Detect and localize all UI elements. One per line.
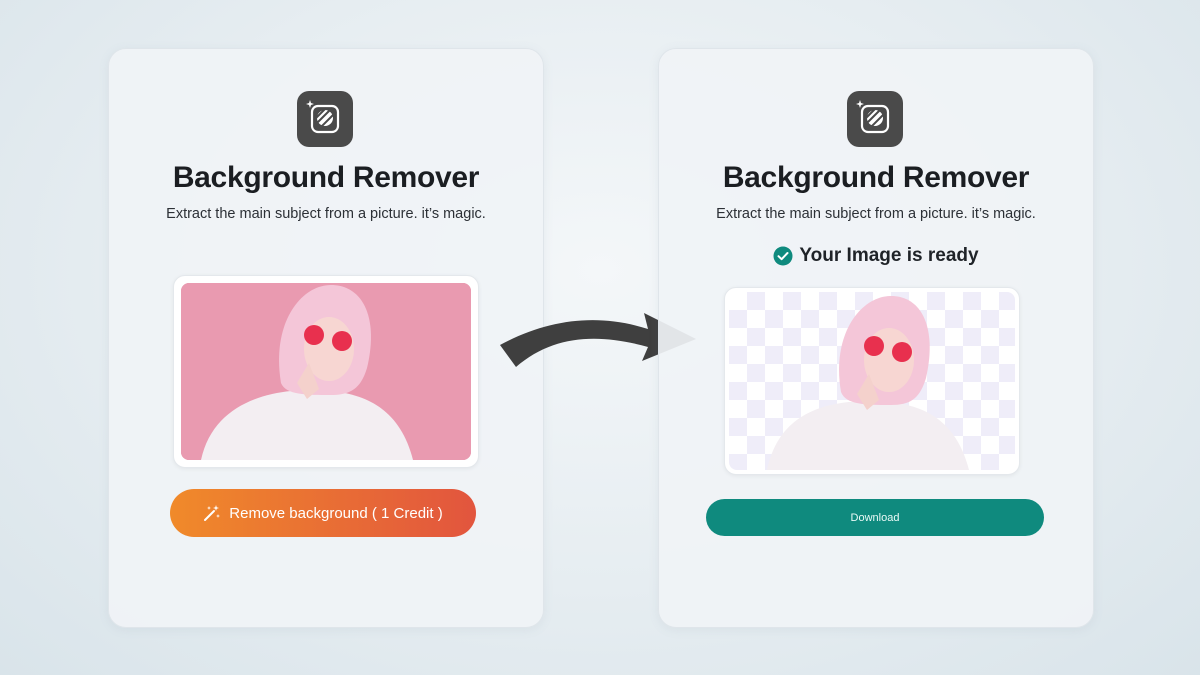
result-image bbox=[724, 287, 1020, 475]
card-title: Background Remover bbox=[172, 161, 480, 194]
original-image bbox=[173, 275, 479, 468]
transparent-background-photo bbox=[729, 292, 1015, 470]
download-button[interactable]: Download bbox=[706, 499, 1044, 536]
status-text: Your Image is ready bbox=[799, 245, 979, 266]
magic-wand-icon bbox=[204, 505, 221, 521]
check-circle-icon bbox=[773, 246, 793, 266]
remove-background-label: Remove background ( 1 Credit ) bbox=[229, 504, 443, 522]
card-title: Background Remover bbox=[722, 161, 1030, 194]
background-remover-icon bbox=[847, 91, 903, 147]
status-message: Your Image is ready bbox=[659, 245, 1093, 267]
input-card: Background Remover Extract the main subj… bbox=[108, 48, 544, 628]
background-remover-icon bbox=[297, 91, 353, 147]
result-card: Background Remover Extract the main subj… bbox=[658, 48, 1094, 628]
card-subtitle: Extract the main subject from a picture.… bbox=[166, 206, 486, 222]
original-photo bbox=[181, 283, 471, 460]
remove-background-button[interactable]: Remove background ( 1 Credit ) bbox=[170, 489, 476, 537]
card-subtitle: Extract the main subject from a picture.… bbox=[716, 206, 1036, 222]
